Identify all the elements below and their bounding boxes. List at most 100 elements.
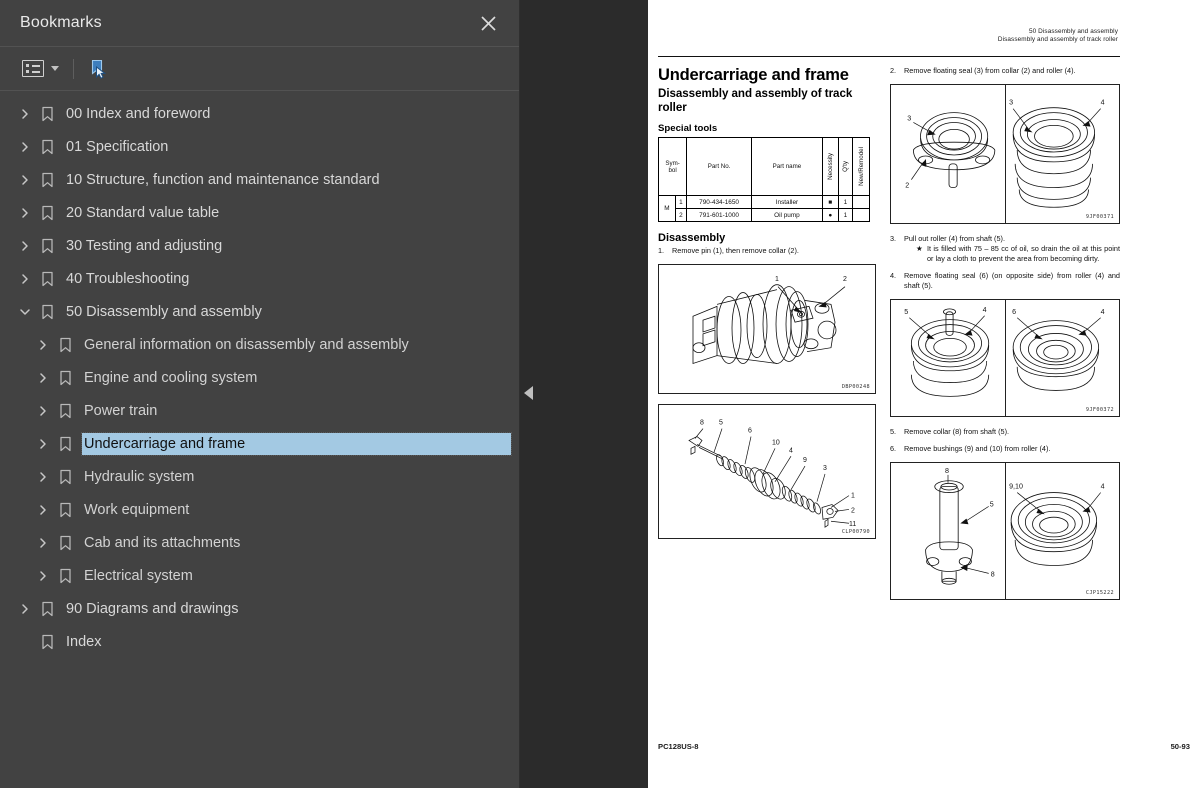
chevron-right-icon[interactable] xyxy=(32,405,54,417)
chevron-down-icon[interactable] xyxy=(14,306,36,318)
cell-num: 2 xyxy=(674,208,688,223)
step-3: 3. Pull out roller (4) from shaft (5). ★… xyxy=(890,234,1120,264)
bookmark-item-label: 01 Specification xyxy=(66,138,169,155)
bookmark-item-13[interactable]: Cab and its attachments xyxy=(0,526,519,559)
chevron-right-icon[interactable] xyxy=(14,174,36,186)
new-bookmark-button[interactable] xyxy=(86,56,112,82)
bookmark-item-4[interactable]: 30 Testing and adjusting xyxy=(0,229,519,262)
figure-caption: CJP15222 xyxy=(1085,589,1114,596)
step-number: 4. xyxy=(890,271,897,281)
chevron-right-icon[interactable] xyxy=(14,108,36,120)
page-running-header: 50 Disassembly and assembly Disassembly … xyxy=(896,28,1118,45)
bookmark-item-label: 30 Testing and adjusting xyxy=(66,237,223,254)
bookmark-item-2[interactable]: 10 Structure, function and maintenance s… xyxy=(0,163,519,196)
bookmark-icon xyxy=(54,436,76,452)
collapse-panel-handle[interactable] xyxy=(521,385,535,401)
callout-3b: 3 xyxy=(1009,99,1013,106)
col-part-name: Part name xyxy=(750,137,823,197)
bookmark-item-7[interactable]: General information on disassembly and a… xyxy=(0,328,519,361)
bookmark-item-label: Power train xyxy=(84,402,158,419)
chevron-right-icon[interactable] xyxy=(14,603,36,615)
step-note-text: It is filled with 75 – 85 cc of oil, so … xyxy=(927,244,1120,263)
table-header-row: Sym- bol Part No. Part name Necessity Q'… xyxy=(657,137,870,197)
bookmark-item-12[interactable]: Work equipment xyxy=(0,493,519,526)
step-text: Remove floating seal (6) (on opposite si… xyxy=(904,271,1120,290)
cell-qty: 1 xyxy=(837,195,854,210)
footer-model: PC128US-8 xyxy=(658,742,699,751)
chevron-right-icon[interactable] xyxy=(32,471,54,483)
header-rule xyxy=(658,56,1120,57)
page-title: Undercarriage and frame xyxy=(658,66,849,84)
step-6: 6. Remove bushings (9) and (10) from rol… xyxy=(890,444,1120,454)
bookmark-item-15[interactable]: 90 Diagrams and drawings xyxy=(0,592,519,625)
callout-8b: 8 xyxy=(991,571,995,578)
chevron-right-icon[interactable] xyxy=(32,372,54,384)
callout-5: 5 xyxy=(719,420,723,427)
running-header-line1: 50 Disassembly and assembly xyxy=(1028,28,1118,35)
chevron-right-icon[interactable] xyxy=(32,339,54,351)
bookmark-item-8[interactable]: Engine and cooling system xyxy=(0,361,519,394)
special-tools-heading: Special tools xyxy=(658,123,718,135)
bookmark-item-3[interactable]: 20 Standard value table xyxy=(0,196,519,229)
fig-exploded-view: 8 5 6 10 4 9 3 1 2 11 CLP00790 xyxy=(658,403,876,539)
cell-part-name: Oil pump xyxy=(750,208,823,223)
chevron-right-icon[interactable] xyxy=(32,438,54,450)
callout-3: 3 xyxy=(823,465,827,472)
callout-1: 1 xyxy=(851,492,855,499)
table-row: 2 791-601-1000 Oil pump ● 1 xyxy=(659,208,870,223)
callout-11: 11 xyxy=(849,521,856,528)
step-text: Remove pin (1), then remove collar (2). xyxy=(672,246,799,256)
list-view-icon xyxy=(22,60,44,77)
callout-6: 6 xyxy=(748,427,752,434)
col-symbol: Sym- bol xyxy=(657,137,688,197)
figure-caption: DBP00248 xyxy=(841,383,870,390)
close-icon[interactable] xyxy=(475,10,501,36)
step-text: Remove floating seal (3) from collar (2)… xyxy=(904,66,1076,75)
bookmarks-tree[interactable]: 00 Index and foreword 01 Specification 10 … xyxy=(0,91,519,788)
bookmark-item-16[interactable]: Index xyxy=(0,625,519,658)
bookmark-icon xyxy=(54,568,76,584)
bookmark-item-label: Cab and its attachments xyxy=(84,534,241,551)
bookmark-item-0[interactable]: 00 Index and foreword xyxy=(0,97,519,130)
callout-5: 5 xyxy=(990,501,994,508)
cell-new-remodel xyxy=(852,195,870,210)
bookmark-item-label: Undercarriage and frame xyxy=(81,431,512,456)
bookmark-item-6[interactable]: 50 Disassembly and assembly xyxy=(0,295,519,328)
bookmark-item-14[interactable]: Electrical system xyxy=(0,559,519,592)
bookmark-item-label: General information on disassembly and a… xyxy=(84,336,409,353)
bookmark-icon xyxy=(54,370,76,386)
document-viewer: 50 Disassembly and assembly Disassembly … xyxy=(520,0,1200,788)
chevron-right-icon[interactable] xyxy=(32,570,54,582)
list-options-button[interactable] xyxy=(20,57,61,80)
chevron-right-icon[interactable] xyxy=(32,504,54,516)
chevron-right-icon[interactable] xyxy=(14,207,36,219)
figure-caption: 9JF00371 xyxy=(1085,213,1114,220)
chevron-right-icon[interactable] xyxy=(14,141,36,153)
bookmark-item-11[interactable]: Hydraulic system xyxy=(0,460,519,493)
bookmark-icon xyxy=(36,238,58,254)
special-tools-table: Sym- bol Part No. Part name Necessity Q'… xyxy=(657,137,870,223)
bookmark-item-label: Electrical system xyxy=(84,567,193,584)
bookmark-item-1[interactable]: 01 Specification xyxy=(0,130,519,163)
bookmark-icon xyxy=(54,535,76,551)
bookmarks-toolbar xyxy=(0,47,519,91)
bookmark-item-5[interactable]: 40 Troubleshooting xyxy=(0,262,519,295)
bookmark-item-label: Work equipment xyxy=(84,501,190,518)
step-text: Remove collar (8) from shaft (5). xyxy=(904,426,1010,436)
chevron-right-icon[interactable] xyxy=(14,273,36,285)
fig-bushings-removal: 8 5 9,10 4 8 CJP15222 xyxy=(890,461,1120,600)
bookmark-item-10[interactable]: Undercarriage and frame xyxy=(0,427,519,460)
bookmark-item-9[interactable]: Power train xyxy=(0,394,519,427)
chevron-right-icon[interactable] xyxy=(14,240,36,252)
col-qty: Q'ty xyxy=(837,137,854,197)
figure-caption: 9JF00372 xyxy=(1085,406,1114,413)
star-icon: ★ xyxy=(916,244,923,254)
callout-2: 2 xyxy=(843,276,847,283)
callout-2: 2 xyxy=(905,182,909,189)
bookmark-item-label: 40 Troubleshooting xyxy=(66,270,190,287)
callout-6: 6 xyxy=(1012,308,1016,315)
chevron-right-icon[interactable] xyxy=(32,537,54,549)
callout-3: 3 xyxy=(907,115,911,122)
bookmark-icon xyxy=(54,469,76,485)
step-1: 1. Remove pin (1), then remove collar (2… xyxy=(658,246,876,256)
